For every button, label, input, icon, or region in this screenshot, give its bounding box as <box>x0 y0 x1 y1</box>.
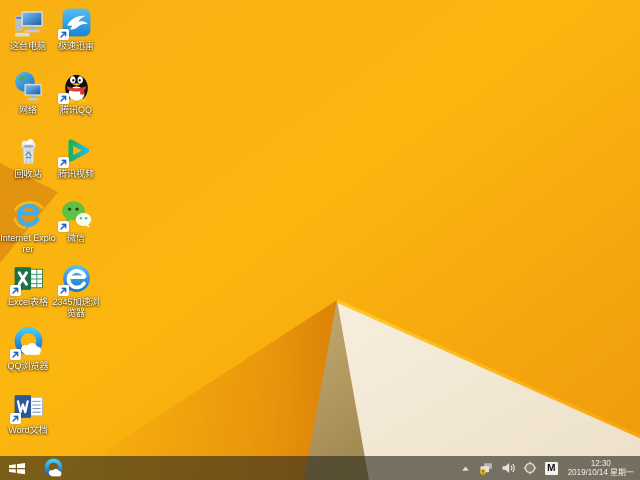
show-hidden-icons-button[interactable] <box>460 463 471 474</box>
qq-browser-icon <box>44 458 62 476</box>
desktop-icon-word[interactable]: Word文档 <box>0 390 56 436</box>
network-icon <box>14 72 42 101</box>
desktop-icon-tencent-video[interactable]: 腾讯视频 <box>48 134 104 180</box>
shortcut-arrow-icon <box>57 157 69 168</box>
this-pc-icon <box>14 11 43 37</box>
desktop-icon-tencent-qq[interactable]: 腾讯QQ <box>48 70 104 116</box>
icon-label: 腾讯QQ <box>59 105 92 115</box>
taskbar: M 12:30 2019/10/14 星期一 <box>0 456 640 480</box>
desktop-icon-qq-browser[interactable]: QQ浏览器 <box>0 326 56 372</box>
icon-label: QQ浏览器 <box>7 361 49 371</box>
icon-label: 微信 <box>66 233 85 243</box>
windows-desktop: { "desktop": { "icons": [ {"label": "这台电… <box>0 0 640 480</box>
volume-icon[interactable] <box>501 461 515 475</box>
chevron-up-icon <box>461 466 469 471</box>
system-tray: M 12:30 2019/10/14 星期一 <box>460 456 640 480</box>
shortcut-arrow-icon <box>57 29 69 40</box>
shortcut-arrow-icon <box>57 93 69 104</box>
desktop-icon-xunlei[interactable]: 极速迅雷 <box>48 6 104 52</box>
icon-label: 极速迅雷 <box>57 41 94 51</box>
taskbar-pinned-qq-browser[interactable] <box>38 456 68 480</box>
shortcut-arrow-icon <box>57 221 69 232</box>
recycle-bin-icon <box>20 139 36 164</box>
shortcut-arrow-icon <box>9 349 21 360</box>
clock-date: 2019/10/14 星期一 <box>567 468 634 477</box>
network-status-icon[interactable] <box>479 461 493 475</box>
network-warning-icon <box>479 463 492 475</box>
icon-label: 腾讯视频 <box>57 169 94 179</box>
internet-explorer-icon <box>13 201 43 230</box>
icon-label: Word文档 <box>8 425 48 435</box>
clock-time: 12:30 <box>590 458 611 468</box>
windows-logo-icon <box>9 462 25 474</box>
desktop-icon-wechat[interactable]: 微信 <box>48 198 104 244</box>
start-button[interactable] <box>0 456 34 480</box>
tray-utility-icon[interactable] <box>523 461 537 475</box>
taskbar-clock[interactable]: 12:30 2019/10/14 星期一 <box>566 459 634 478</box>
shortcut-arrow-icon <box>9 413 21 424</box>
crosshair-circle-icon <box>523 461 536 475</box>
ime-indicator[interactable]: M <box>544 461 558 475</box>
shortcut-arrow-icon <box>57 285 69 296</box>
desktop-icon-browser-2345[interactable]: 2345加速浏览器 <box>48 262 104 318</box>
shortcut-arrow-icon <box>9 285 21 296</box>
icon-label: 2345加速浏览器 <box>52 297 100 318</box>
speaker-icon <box>502 463 515 473</box>
